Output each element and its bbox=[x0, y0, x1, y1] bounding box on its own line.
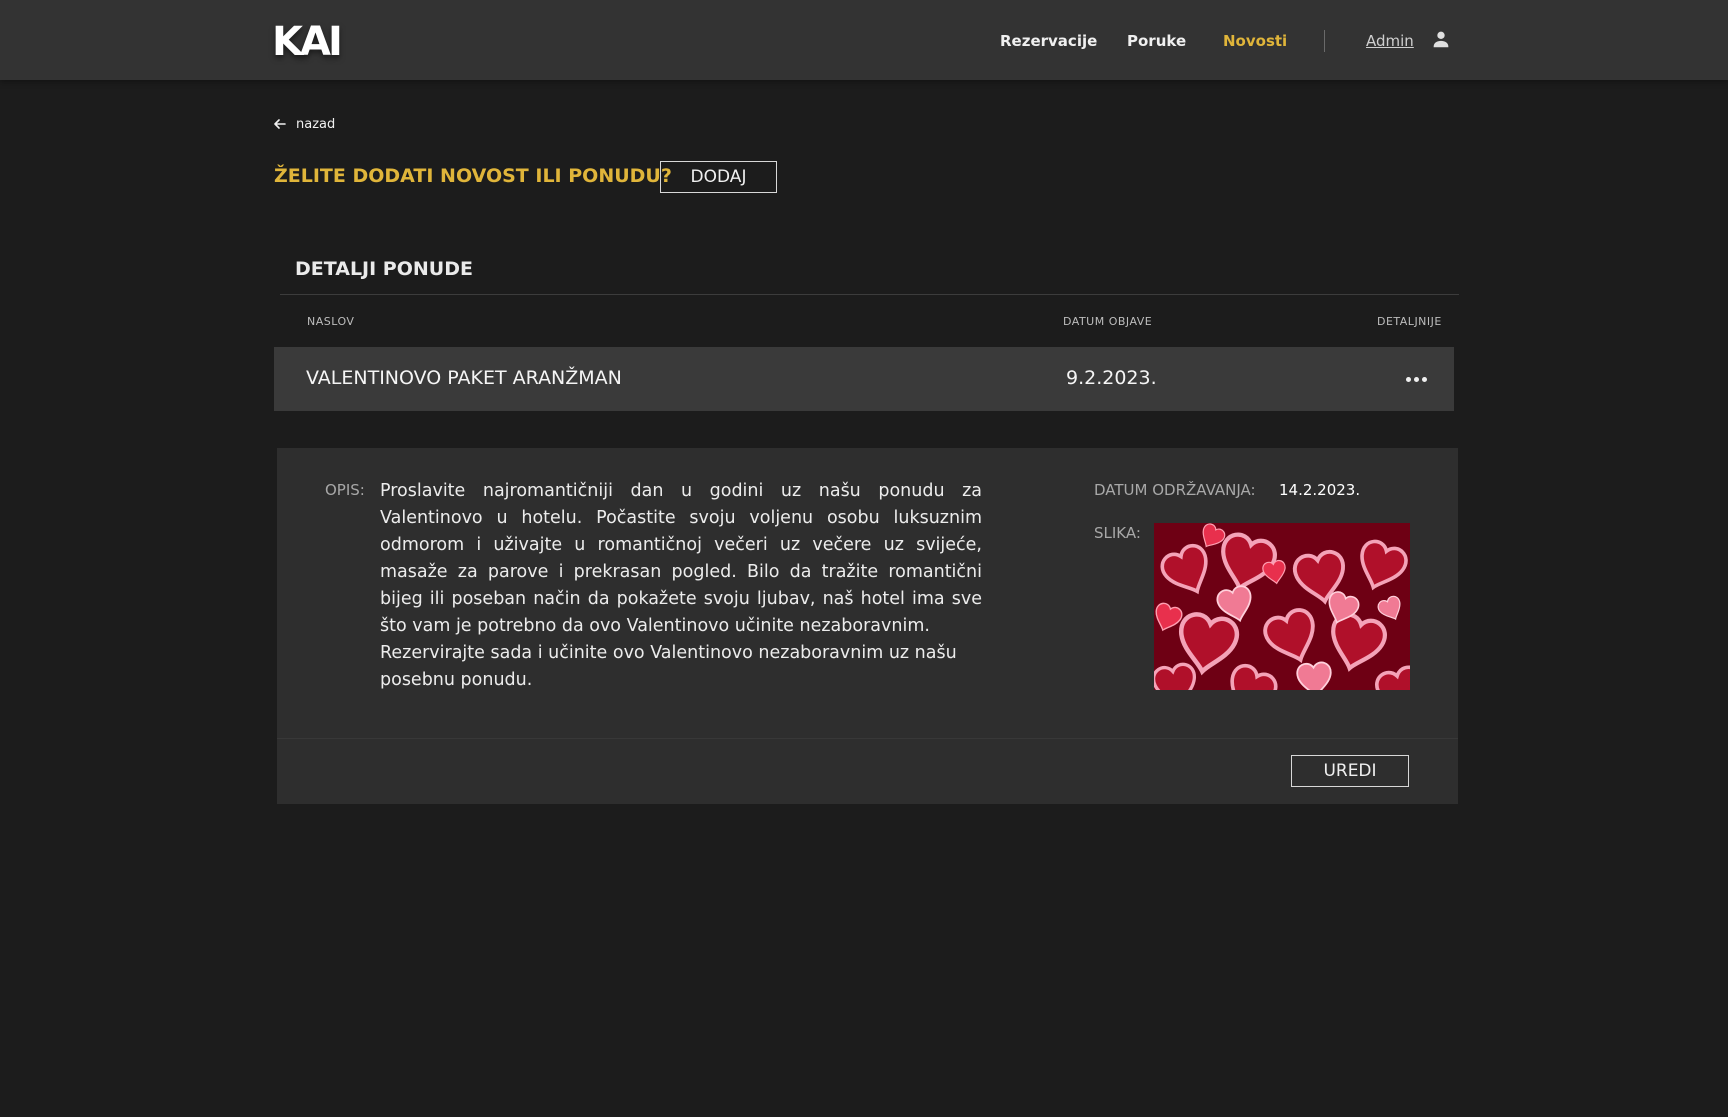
nav-divider bbox=[1324, 30, 1325, 52]
table-row[interactable]: VALENTINOVO PAKET ARANŽMAN 9.2.2023. bbox=[274, 347, 1454, 411]
edit-button[interactable]: UREDI bbox=[1291, 755, 1409, 787]
back-link[interactable]: nazad bbox=[272, 116, 335, 132]
user-menu-link[interactable]: Admin bbox=[1366, 32, 1414, 50]
offer-detail-panel: OPIS: Proslavite najromantičniji dan u g… bbox=[277, 448, 1458, 804]
column-header-datum-objave: DATUM OBJAVE bbox=[1063, 315, 1153, 328]
event-date-value: 14.2.2023. bbox=[1279, 481, 1361, 499]
column-header-detaljnije: DETALJNIJE bbox=[1377, 315, 1442, 328]
image-label: SLIKA: bbox=[1094, 524, 1141, 542]
back-link-label: nazad bbox=[296, 116, 336, 132]
nav-item-poruke[interactable]: Poruke bbox=[1127, 32, 1186, 50]
event-date-label: DATUM ODRŽAVANJA: bbox=[1094, 481, 1256, 499]
person-icon[interactable] bbox=[1430, 28, 1452, 50]
logo[interactable]: KAI bbox=[272, 22, 343, 62]
row-title: VALENTINOVO PAKET ARANŽMAN bbox=[306, 367, 622, 389]
description-text: Proslavite najromantičniji dan u godini … bbox=[380, 478, 982, 694]
section-divider bbox=[280, 294, 1459, 295]
row-date: 9.2.2023. bbox=[1066, 367, 1157, 389]
section-title: DETALJI PONUDE bbox=[295, 258, 473, 280]
offer-image[interactable] bbox=[1154, 523, 1410, 690]
column-header-naslov: NASLOV bbox=[307, 315, 355, 328]
hearts-pattern-image bbox=[1154, 523, 1410, 690]
nav-item-novosti[interactable]: Novosti bbox=[1223, 32, 1287, 50]
arrow-left-icon bbox=[274, 119, 286, 129]
top-navigation-bar: KAI Rezervacije Poruke Novosti Admin bbox=[0, 0, 1728, 80]
add-news-prompt: ŽELITE DODATI NOVOST ILI PONUDU? bbox=[274, 165, 672, 187]
nav-item-rezervacije[interactable]: Rezervacije bbox=[1000, 32, 1097, 50]
ellipsis-icon[interactable] bbox=[1402, 365, 1430, 393]
add-button[interactable]: DODAJ bbox=[660, 161, 777, 193]
description-paragraph-2: Rezervirajte sada i učinite ovo Valentin… bbox=[380, 643, 957, 690]
description-paragraph-1: Proslavite najromantičniji dan u godini … bbox=[380, 481, 982, 636]
description-label: OPIS: bbox=[325, 481, 365, 499]
panel-footer-divider bbox=[277, 738, 1458, 739]
